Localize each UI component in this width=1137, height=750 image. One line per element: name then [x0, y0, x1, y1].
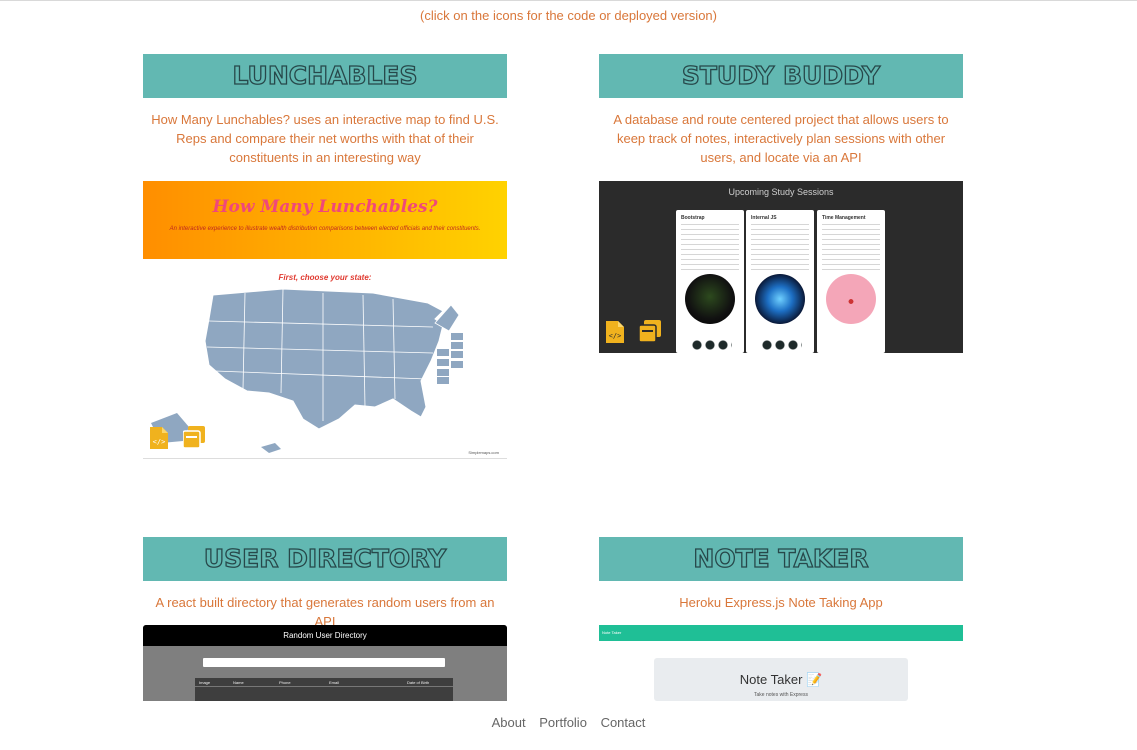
footer-link-portfolio[interactable]: Portfolio [539, 715, 587, 730]
screenshot-heading: Upcoming Study Sessions [728, 187, 834, 197]
session-card: Internal JS [746, 210, 814, 353]
table-header-cell: Email [329, 680, 340, 685]
project-description: A react built directory that generates r… [155, 595, 495, 629]
table-divider [195, 686, 453, 687]
card-title: Internal JS [751, 215, 777, 221]
project-description: Heroku Express.js Note Taking App [679, 595, 883, 610]
project-title: STUDY BUDDY [599, 54, 963, 98]
project-description: How Many Lunchables? uses an interactive… [151, 112, 499, 165]
project-study-buddy: STUDY BUDDY A database and route centere… [599, 54, 963, 167]
deployed-copy-icon[interactable] [638, 320, 661, 344]
footer-nav: About Portfolio Contact [0, 715, 1137, 730]
svg-text:</>: </> [609, 332, 622, 340]
screenshot-search-box [203, 658, 445, 667]
project-note-taker: NOTE TAKER Heroku Express.js Note Taking… [599, 537, 963, 612]
table-header-cell: Name [233, 680, 244, 685]
card-image [826, 274, 876, 324]
table-header-cell: Image [199, 680, 211, 685]
session-card: Bootstrap [676, 210, 744, 353]
note-taker-screenshot: Note Taker Note Taker 📝 Take notes with … [599, 625, 963, 701]
card-image [755, 274, 805, 324]
card-title: Time Management [822, 215, 866, 221]
footer-link-about[interactable]: About [492, 715, 526, 730]
card-text [822, 224, 880, 270]
card-image [685, 274, 735, 324]
project-title: LUNCHABLES [143, 54, 507, 98]
card-avatars [762, 340, 802, 350]
deployed-copy-icon[interactable] [182, 426, 205, 450]
study-buddy-screenshot: Upcoming Study Sessions Bootstrap Intern… [599, 181, 963, 353]
user-directory-screenshot: Random User Directory Image Name Phone E… [143, 625, 507, 701]
screenshot-heading: Note Taker 📝 [739, 672, 823, 687]
screenshot-heading: How Many Lunchables? [212, 197, 438, 217]
screenshot-header: How Many Lunchables? An interactive expe… [143, 181, 507, 259]
card-avatars [692, 340, 732, 350]
map-credit: Simplemaps.com [468, 450, 499, 455]
project-title: USER DIRECTORY [143, 537, 507, 581]
screenshot-table: Image Name Phone Email Date of Birth [195, 678, 453, 701]
footer-link-contact[interactable]: Contact [601, 715, 646, 730]
screenshot-heading: Random User Directory [143, 625, 507, 646]
instructions-text: (click on the icons for the code or depl… [420, 8, 717, 23]
card-text [681, 224, 739, 270]
top-divider [0, 0, 1137, 1]
project-user-directory: USER DIRECTORY A react built directory t… [143, 537, 507, 631]
svg-text:</>: </> [153, 438, 166, 446]
screenshot-subheading: Take notes with Express [754, 692, 808, 698]
table-header-cell: Date of Birth [407, 680, 430, 685]
project-description: A database and route centered project th… [613, 112, 949, 165]
card-text [751, 224, 809, 270]
code-file-icon[interactable]: </> [606, 321, 628, 345]
project-lunchables: LUNCHABLES How Many Lunchables? uses an … [143, 54, 507, 167]
code-file-icon[interactable]: </> [150, 427, 172, 451]
card-title: Bootstrap [681, 215, 705, 221]
session-card: Time Management [817, 210, 885, 353]
table-header-cell: Phone [279, 680, 291, 685]
project-title: NOTE TAKER [599, 537, 963, 581]
screenshot-navbar: Note Taker [599, 625, 963, 641]
lunchables-screenshot: How Many Lunchables? An interactive expe… [143, 181, 507, 459]
screenshot-jumbotron: Note Taker 📝 Take notes with Express [654, 658, 908, 701]
screenshot-tagline: An interactive experience to illustrate … [169, 226, 481, 232]
